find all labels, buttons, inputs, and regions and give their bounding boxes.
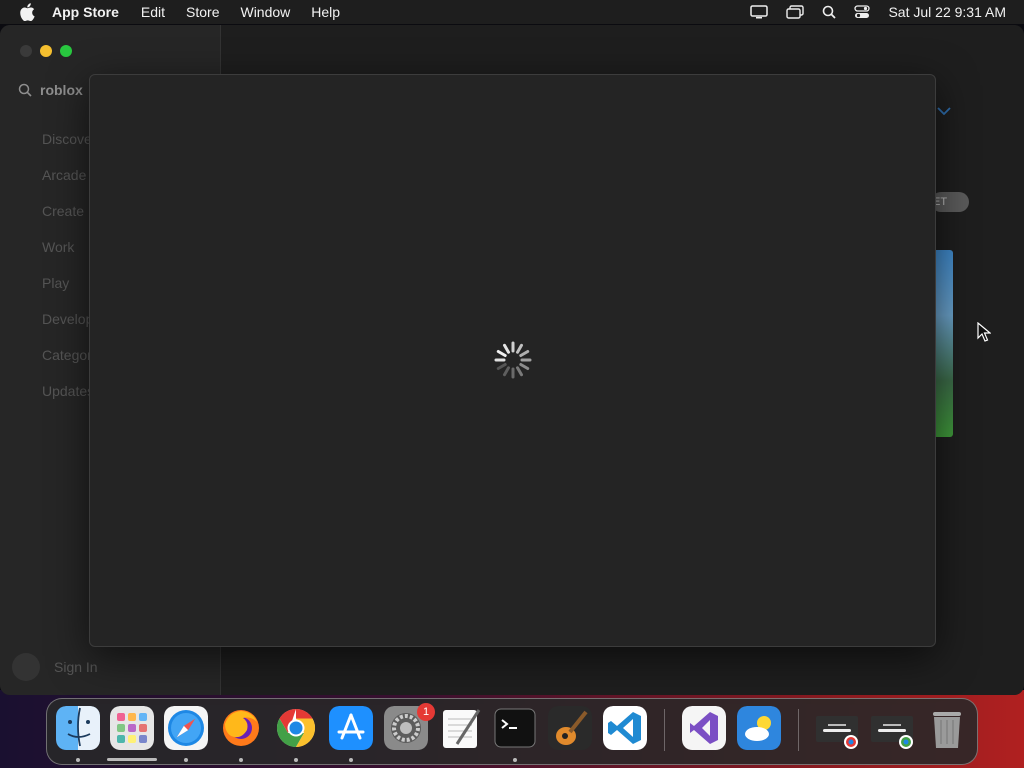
dock-separator (664, 709, 665, 751)
loading-sheet (89, 74, 936, 647)
menu-clock[interactable]: Sat Jul 22 9:31 AM (888, 4, 1006, 20)
dock-vscode-icon[interactable] (603, 706, 647, 750)
search-field[interactable]: roblox (18, 82, 83, 98)
running-indicator (184, 758, 188, 762)
close-button[interactable] (20, 45, 32, 57)
running-indicator (239, 758, 243, 762)
dock-weather-icon[interactable] (737, 706, 781, 750)
dock: 1 (46, 698, 978, 765)
running-indicator (294, 758, 298, 762)
sign-in-label: Sign In (54, 659, 98, 675)
app-screenshot-preview (933, 250, 953, 437)
running-indicator (349, 758, 353, 762)
avatar (12, 653, 40, 681)
running-indicator (513, 758, 517, 762)
notification-badge: 1 (417, 703, 435, 721)
dock-textedit-icon[interactable] (439, 706, 483, 750)
sign-in-button[interactable]: Sign In (12, 653, 98, 681)
dock-minimized-chrome-window-2[interactable] (870, 706, 914, 750)
control-center-icon[interactable] (854, 5, 871, 19)
dock-firefox-icon[interactable] (219, 706, 263, 750)
chevron-down-icon (936, 106, 951, 115)
window-controls (20, 45, 72, 57)
menu-bar: App Store Edit Store Window Help Sat Jul… (0, 0, 1024, 24)
spotlight-search-icon[interactable] (822, 5, 837, 19)
dock-safari-icon[interactable] (164, 706, 208, 750)
dock-app-store-icon[interactable] (329, 706, 373, 750)
get-button[interactable]: ET (931, 192, 969, 212)
dock-separator (798, 709, 799, 751)
zoom-button[interactable] (60, 45, 72, 57)
display-icon[interactable] (750, 5, 769, 19)
mouse-cursor-icon (977, 322, 991, 342)
dock-garageband-icon[interactable] (548, 706, 592, 750)
menu-help[interactable]: Help (311, 4, 340, 20)
menu-store[interactable]: Store (186, 4, 219, 20)
dock-terminal-icon[interactable] (493, 706, 537, 750)
dock-launchpad-icon[interactable] (110, 706, 154, 750)
app-name-menu[interactable]: App Store (52, 4, 119, 20)
apple-menu-icon[interactable] (18, 3, 36, 21)
search-icon (18, 83, 32, 97)
dock-chrome-icon[interactable] (274, 706, 318, 750)
minimize-button[interactable] (40, 45, 52, 57)
loading-spinner-icon (494, 341, 532, 379)
menu-edit[interactable]: Edit (141, 4, 165, 20)
dock-minimized-chrome-window-1[interactable] (815, 706, 859, 750)
dock-finder-icon[interactable] (56, 706, 100, 750)
menu-window[interactable]: Window (240, 4, 290, 20)
running-indicator (107, 758, 157, 761)
dock-visual-studio-icon[interactable] (682, 706, 726, 750)
running-indicator (76, 758, 80, 762)
screen-mirroring-icon[interactable] (786, 5, 805, 19)
search-input-value[interactable]: roblox (40, 82, 83, 98)
dock-trash-icon[interactable] (925, 706, 969, 750)
